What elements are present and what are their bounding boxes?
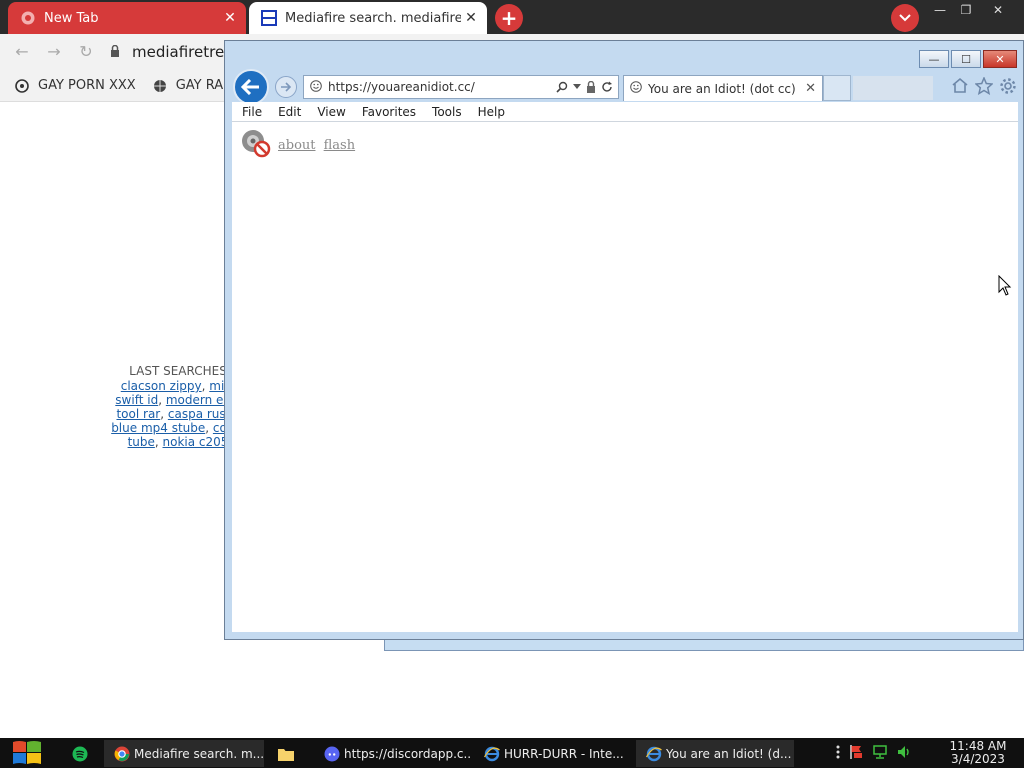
folder-icon [278, 746, 294, 762]
taskbar-label: Mediafire search. m... [134, 746, 264, 761]
blocked-plugin-icon [240, 128, 272, 162]
missing-plugin-notice: about flash [240, 128, 359, 162]
forward-button[interactable]: → [44, 42, 64, 62]
chevron-down-icon [899, 14, 911, 22]
internet-explorer-icon [646, 746, 662, 762]
arrow-right-icon [281, 82, 292, 92]
minimize-button[interactable]: — [926, 0, 954, 20]
mouse-cursor [998, 274, 1012, 301]
search-link[interactable]: nokia c205 [163, 435, 229, 449]
home-icon[interactable] [951, 77, 969, 95]
toolbar-spacer [853, 76, 933, 100]
close-button[interactable]: ✕ [984, 0, 1012, 20]
search-link[interactable]: blue mp4 stube [111, 421, 205, 435]
network-icon[interactable] [872, 744, 888, 760]
ie-window: — ☐ ✕ https://youareanidiot.cc/ You are … [224, 40, 1024, 640]
more-options-icon[interactable] [836, 744, 840, 760]
discord-icon [324, 746, 340, 762]
taskbar-item-ie-hurr-durr[interactable]: HURR-DURR - Inte... [474, 740, 632, 767]
dropdown-arrow-icon[interactable] [573, 84, 581, 90]
start-button[interactable] [10, 738, 44, 768]
menu-tools[interactable]: Tools [432, 105, 462, 119]
taskbar-label: https://discordapp.c... [344, 746, 472, 761]
taskbar-label: You are an Idiot! (d... [666, 746, 792, 761]
restore-button[interactable]: ❐ [952, 0, 980, 20]
close-button[interactable]: ✕ [983, 50, 1017, 68]
new-tab-button[interactable] [823, 75, 851, 101]
flash-link[interactable]: flash [324, 138, 355, 153]
back-button[interactable] [233, 69, 269, 105]
search-link[interactable]: tube [128, 435, 155, 449]
clock[interactable]: 11:48 AM 3/4/2023 [938, 740, 1018, 766]
menu-bar: File Edit View Favorites Tools Help [232, 102, 1018, 122]
taskbar-item-discord[interactable]: https://discordapp.c... [314, 740, 472, 767]
taskbar-item-ie-idiot[interactable]: You are an Idiot! (d... [636, 740, 794, 767]
search-link[interactable]: clacson zippy [121, 379, 202, 393]
chrome-icon [114, 746, 130, 762]
windows-logo-icon [13, 741, 41, 764]
back-button[interactable]: ← [12, 42, 32, 62]
taskbar: Mediafire search. m... https://discordap… [0, 738, 1024, 768]
spotify-icon [72, 746, 88, 762]
tab-title: Mediafire search. mediafire sea [285, 10, 461, 26]
smiley-favicon-icon [310, 79, 322, 95]
system-tray [836, 744, 920, 760]
search-link[interactable]: tool rar [116, 407, 160, 421]
menu-file[interactable]: File [242, 105, 262, 119]
taskbar-label: HURR-DURR - Inte... [504, 746, 624, 761]
page-content: about flash [232, 122, 1018, 632]
close-icon[interactable]: ✕ [805, 81, 816, 96]
url-text: https://youareanidiot.cc/ [328, 80, 475, 94]
taskbar-item-chrome[interactable]: Mediafire search. m... [104, 740, 264, 767]
bookmark-favicon-icon [14, 78, 30, 94]
bookmark-label: GAY PORN XXX [38, 78, 136, 93]
ie-command-icons [945, 77, 1017, 95]
tab-search-button[interactable] [891, 4, 919, 32]
reload-button[interactable]: ↻ [76, 42, 96, 62]
about-link[interactable]: about [278, 138, 316, 153]
tab-title: New Tab [44, 10, 99, 26]
taskbar-spotify[interactable] [62, 740, 98, 767]
chrome-tab-strip: New Tab ✕ Mediafire search. mediafire se… [0, 0, 1024, 34]
menu-favorites[interactable]: Favorites [362, 105, 416, 119]
bookmark-item[interactable]: GAY RAP [152, 78, 231, 94]
tab-new-tab[interactable]: New Tab ✕ [8, 2, 246, 34]
volume-icon[interactable] [896, 744, 912, 760]
globe-icon [152, 78, 168, 94]
lock-icon [110, 43, 120, 61]
gear-icon[interactable] [999, 77, 1017, 95]
menu-edit[interactable]: Edit [278, 105, 301, 119]
mediafire-favicon-icon [261, 10, 277, 26]
chrome-icon [20, 10, 36, 26]
favorites-star-icon[interactable] [975, 77, 993, 95]
search-icon[interactable] [556, 81, 568, 93]
tab-title: You are an Idiot! (dot cc) [648, 81, 796, 96]
lock-icon[interactable] [586, 81, 596, 93]
address-bar[interactable]: https://youareanidiot.cc/ [303, 75, 619, 99]
smiley-favicon-icon [630, 81, 642, 96]
close-icon[interactable]: ✕ [461, 10, 481, 26]
menu-view[interactable]: View [317, 105, 345, 119]
tab-you-are-an-idiot[interactable]: You are an Idiot! (dot cc) ✕ [623, 75, 823, 101]
tab-mediafire[interactable]: Mediafire search. mediafire sea ✕ [249, 2, 487, 34]
close-icon[interactable]: ✕ [220, 10, 240, 26]
window-controls: — ☐ ✕ [917, 50, 1017, 68]
clock-date: 3/4/2023 [951, 752, 1005, 766]
forward-button[interactable] [275, 76, 297, 98]
internet-explorer-icon [484, 746, 500, 762]
refresh-icon[interactable] [601, 81, 613, 93]
arrow-left-icon [241, 79, 259, 95]
url-text: mediafiretren [132, 43, 234, 61]
action-center-flag-icon[interactable] [848, 744, 864, 760]
new-tab-button[interactable]: + [495, 4, 523, 32]
minimize-button[interactable]: — [919, 50, 949, 68]
plugin-links: about flash [278, 138, 359, 153]
bookmark-label: GAY RAP [175, 78, 231, 93]
bookmark-item[interactable]: GAY PORN XXX [14, 78, 136, 94]
maximize-button[interactable]: ☐ [951, 50, 981, 68]
search-link[interactable]: swift id [115, 393, 158, 407]
menu-help[interactable]: Help [478, 105, 505, 119]
taskbar-item-explorer[interactable] [268, 740, 308, 767]
